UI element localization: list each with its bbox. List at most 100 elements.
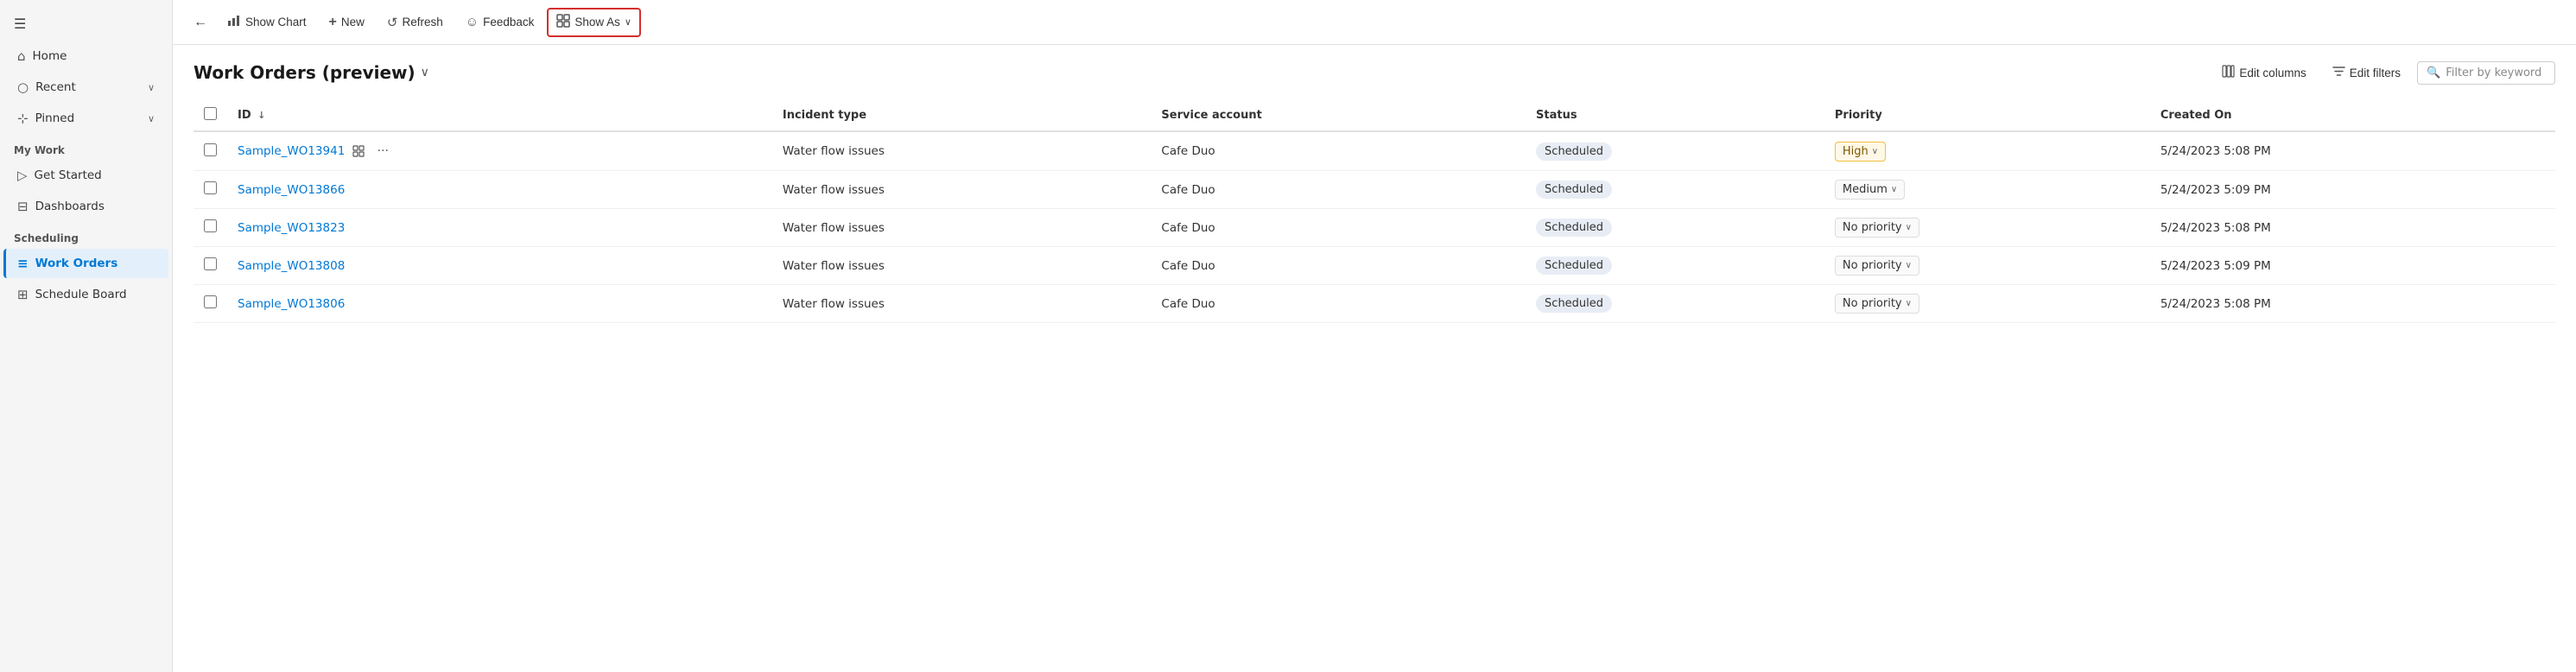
sidebar-item-recent[interactable]: ○ Recent ∨ (3, 73, 168, 102)
sidebar-item-home[interactable]: ⌂ Home (3, 41, 168, 71)
row-checkbox-cell-3 (194, 247, 227, 285)
get-started-icon: ▷ (17, 168, 28, 183)
table-row: Sample_WO13866 Water flow issuesCafe Duo S… (194, 171, 2555, 209)
sidebar: ☰ ⌂ Home ○ Recent ∨ ⊹ Pinned ∨ My Work ▷… (0, 0, 173, 672)
sidebar-item-home-label: Home (33, 49, 67, 63)
recent-icon: ○ (17, 79, 29, 95)
page-title-chevron-icon[interactable]: ∨ (421, 66, 429, 79)
row-checkbox-2[interactable] (204, 219, 217, 232)
column-service-account-label: Service account (1161, 109, 1261, 122)
schedule-board-icon: ⊞ (17, 287, 29, 302)
row-checkbox-3[interactable] (204, 257, 217, 270)
row-status-cell-3: Scheduled (1526, 247, 1824, 285)
row-id-cell-4: Sample_WO13806 (227, 285, 772, 323)
hamburger-icon[interactable]: ☰ (0, 7, 172, 41)
row-status-cell-2: Scheduled (1526, 209, 1824, 247)
priority-badge-1[interactable]: Medium∨ (1835, 180, 1905, 200)
main-content: ← Show Chart + New ↺ Refresh ☺ Feedback (173, 0, 2576, 672)
refresh-button[interactable]: ↺ Refresh (378, 9, 453, 36)
row-incident-type-4: Water flow issues (772, 285, 1152, 323)
row-incident-type-1: Water flow issues (772, 171, 1152, 209)
status-badge-3: Scheduled (1536, 257, 1612, 275)
content-area: Work Orders (preview) ∨ Edit columns (173, 45, 2576, 672)
row-created-on-0: 5/24/2023 5:08 PM (2150, 131, 2555, 171)
row-checkbox-0[interactable] (204, 143, 217, 156)
sidebar-item-dashboards-label: Dashboards (35, 200, 105, 213)
edit-columns-icon (2222, 65, 2235, 80)
row-status-cell-1: Scheduled (1526, 171, 1824, 209)
page-title-area: Work Orders (preview) ∨ (194, 62, 429, 83)
show-chart-button[interactable]: Show Chart (218, 8, 316, 37)
row-service-account-4: Cafe Duo (1151, 285, 1526, 323)
new-icon: + (329, 15, 337, 30)
row-checkbox-4[interactable] (204, 295, 217, 308)
row-created-on-3: 5/24/2023 5:09 PM (2150, 247, 2555, 285)
row-id-link-2[interactable]: Sample_WO13823 (238, 221, 345, 235)
row-status-cell-0: Scheduled (1526, 131, 1824, 171)
edit-filters-icon (2332, 65, 2345, 80)
priority-label-4: No priority (1843, 297, 1902, 310)
row-expand-icon-0[interactable] (348, 141, 369, 162)
sidebar-item-pinned[interactable]: ⊹ Pinned ∨ (3, 104, 168, 133)
row-id-link-0[interactable]: Sample_WO13941 (238, 144, 345, 158)
table-row: Sample_WO13808Water flow issuesCafe DuoS… (194, 247, 2555, 285)
toolbar: ← Show Chart + New ↺ Refresh ☺ Feedback (173, 0, 2576, 45)
show-chart-label: Show Chart (245, 16, 307, 29)
pinned-icon: ⊹ (17, 111, 29, 126)
row-priority-cell-1: Medium∨ (1824, 171, 2150, 209)
page-header: Work Orders (preview) ∨ Edit columns (194, 59, 2555, 86)
column-status-label: Status (1536, 109, 1577, 122)
priority-chevron-icon-1: ∨ (1891, 185, 1897, 194)
feedback-button[interactable]: ☺ Feedback (456, 9, 544, 35)
row-checkbox-cell-2 (194, 209, 227, 247)
row-id-cell-1: Sample_WO13866 (227, 171, 772, 209)
show-as-button[interactable]: Show As ∨ (547, 8, 641, 37)
priority-badge-3[interactable]: No priority∨ (1835, 256, 1919, 276)
sidebar-item-recent-label: Recent (35, 80, 76, 94)
table-header-row: ID ↓ Incident type Service account Statu… (194, 100, 2555, 131)
sidebar-item-pinned-label: Pinned (35, 111, 75, 125)
priority-badge-4[interactable]: No priority ∨ (1835, 294, 1919, 314)
filter-by-keyword-input[interactable]: 🔍 Filter by keyword (2417, 61, 2555, 85)
feedback-icon: ☺ (466, 15, 479, 29)
my-work-section-label: My Work (0, 134, 172, 160)
row-service-account-0: Cafe Duo (1151, 131, 1526, 171)
row-id-link-1[interactable]: Sample_WO13866 (238, 183, 345, 197)
sidebar-item-dashboards[interactable]: ⊟ Dashboards (3, 192, 168, 221)
priority-chevron-icon-3: ∨ (1906, 261, 1912, 270)
select-all-header[interactable] (194, 100, 227, 131)
edit-columns-button[interactable]: Edit columns (2212, 59, 2315, 86)
page-title: Work Orders (preview) (194, 62, 416, 83)
priority-label-0: High (1843, 145, 1869, 158)
table-row: Sample_WO13823Water flow issuesCafe DuoS… (194, 209, 2555, 247)
sidebar-item-work-orders[interactable]: ≡ Work Orders (3, 249, 168, 278)
new-button[interactable]: + New (320, 9, 374, 36)
priority-badge-0[interactable]: High∨ (1835, 142, 1886, 162)
row-id-link-4[interactable]: Sample_WO13806 (238, 297, 345, 311)
scheduling-section-label: Scheduling (0, 222, 172, 248)
sidebar-item-get-started[interactable]: ▷ Get Started (3, 161, 168, 190)
sidebar-item-work-orders-label: Work Orders (35, 257, 118, 270)
page-header-actions: Edit columns Edit filters 🔍 Filter by ke… (2212, 59, 2555, 86)
status-badge-1: Scheduled (1536, 181, 1612, 199)
edit-filters-label: Edit filters (2350, 67, 2401, 79)
column-header-priority: Priority (1824, 100, 2150, 131)
priority-chevron-icon-4: ∨ (1906, 299, 1912, 308)
column-created-on-label: Created On (2160, 109, 2232, 122)
show-as-label: Show As (574, 16, 620, 29)
back-button[interactable]: ← (187, 10, 214, 35)
column-header-service-account: Service account (1151, 100, 1526, 131)
edit-filters-button[interactable]: Edit filters (2323, 59, 2410, 86)
row-status-cell-4: Scheduled (1526, 285, 1824, 323)
status-badge-4: Scheduled (1536, 295, 1612, 313)
row-more-icon-0[interactable]: ··· (372, 141, 393, 162)
sidebar-item-schedule-board[interactable]: ⊞ Schedule Board (3, 280, 168, 309)
table-row: Sample_WO13941···Water flow issuesCafe D… (194, 131, 2555, 171)
select-all-checkbox[interactable] (204, 107, 217, 120)
row-service-account-1: Cafe Duo (1151, 171, 1526, 209)
row-checkbox-1[interactable] (204, 181, 217, 194)
row-created-on-4: 5/24/2023 5:08 PM (2150, 285, 2555, 323)
row-id-link-3[interactable]: Sample_WO13808 (238, 259, 345, 273)
row-incident-type-2: Water flow issues (772, 209, 1152, 247)
priority-badge-2[interactable]: No priority∨ (1835, 218, 1919, 238)
